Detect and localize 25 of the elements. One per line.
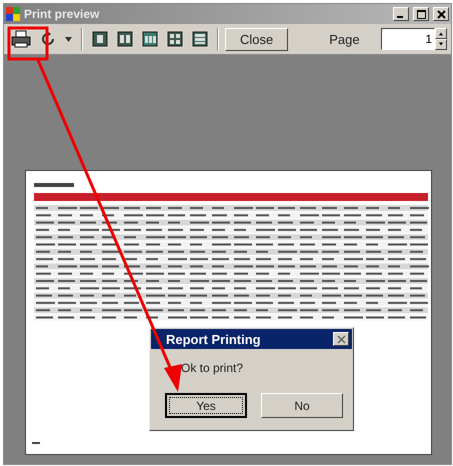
print-icon bbox=[11, 30, 31, 48]
dropdown-icon bbox=[65, 36, 72, 42]
close-icon[interactable] bbox=[433, 7, 449, 21]
spin-down-icon[interactable] bbox=[435, 39, 447, 50]
highlight-frame bbox=[8, 26, 48, 60]
dialog-button[interactable]: No bbox=[261, 393, 343, 418]
close-button[interactable]: Close bbox=[225, 28, 288, 50]
spin-up-icon[interactable] bbox=[435, 28, 447, 39]
maximize-icon bbox=[416, 10, 426, 18]
dialog-message: Ok to print? bbox=[180, 360, 244, 377]
refresh-icon bbox=[40, 31, 56, 47]
dialog-button[interactable]: Yes bbox=[165, 393, 247, 418]
single-page-icon bbox=[92, 31, 108, 47]
page-number-field[interactable]: 1 bbox=[381, 28, 435, 50]
page-label: Page bbox=[329, 32, 360, 46]
two-page-icon bbox=[117, 31, 133, 47]
dialog-close-icon[interactable] bbox=[333, 332, 349, 346]
six-page-icon bbox=[192, 31, 208, 47]
window-title: Print preview bbox=[24, 7, 100, 21]
app-icon bbox=[6, 7, 20, 21]
minimize-button[interactable] bbox=[393, 7, 409, 21]
maximize-button[interactable] bbox=[413, 7, 429, 21]
dialog-title: Report Printing bbox=[165, 332, 262, 346]
four-page-icon bbox=[167, 31, 183, 47]
three-page-icon bbox=[142, 31, 158, 47]
